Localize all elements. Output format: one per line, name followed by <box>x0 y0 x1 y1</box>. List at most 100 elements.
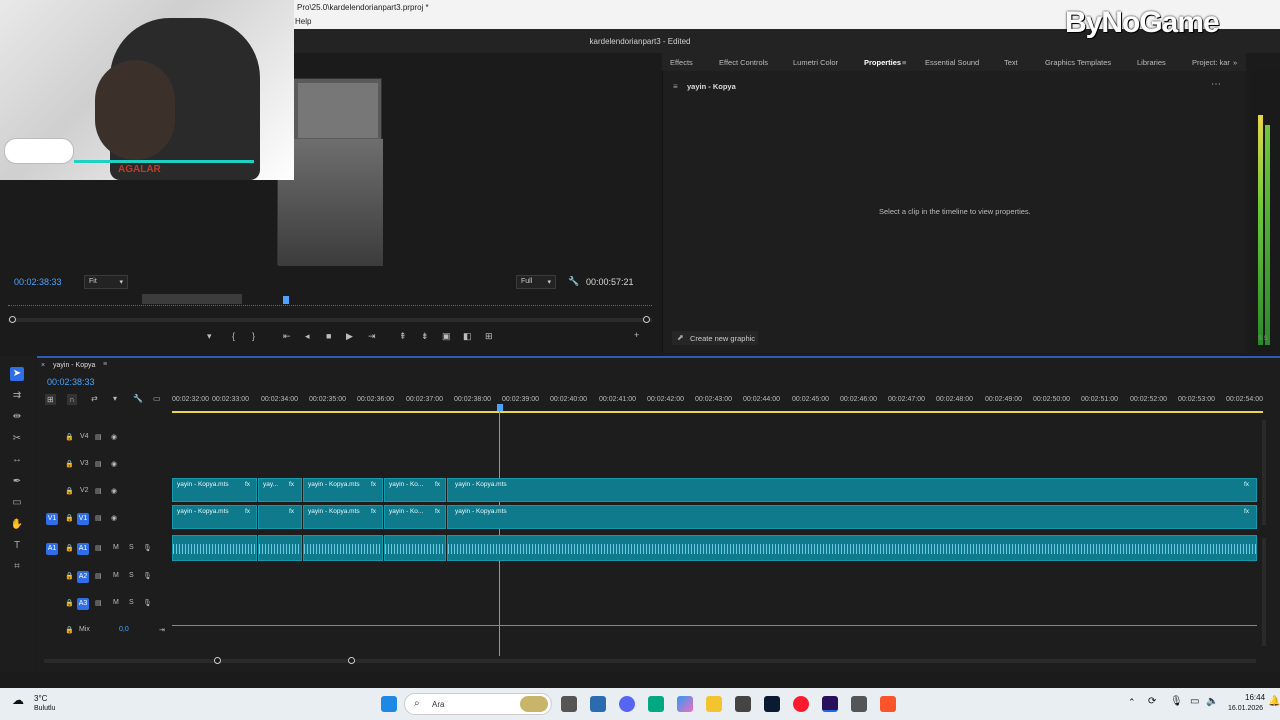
monitor-zoom-scrollbar[interactable] <box>8 318 652 322</box>
lock-icon[interactable]: 🔒 <box>65 487 74 495</box>
wrench-icon[interactable]: 🔧 <box>568 276 579 287</box>
sync-icon[interactable]: ⟳ <box>1148 696 1156 707</box>
lift-icon[interactable]: ⇞ <box>399 331 407 342</box>
weather-temp[interactable]: 3°C <box>34 694 47 703</box>
snap-icon[interactable]: ∩ <box>67 394 77 405</box>
tab-effects[interactable]: Effects <box>670 58 693 67</box>
tab-lumetri-color[interactable]: Lumetri Color <box>793 58 838 67</box>
nest-icon[interactable]: ⊞ <box>45 394 56 405</box>
network-icon[interactable]: ▭ <box>1190 696 1199 707</box>
timeline-horizontal-scrollbar[interactable] <box>44 659 1256 663</box>
lock-icon[interactable]: 🔒 <box>65 572 74 580</box>
eye-icon[interactable]: ◉ <box>111 514 117 522</box>
tab-essential-sound[interactable]: Essential Sound <box>925 58 979 67</box>
step-back-icon[interactable]: ◂ <box>305 331 310 342</box>
compare-icon[interactable]: ◧ <box>463 331 472 342</box>
audio-clip-a1[interactable] <box>172 535 257 561</box>
volume-icon[interactable]: 🔈 <box>1206 696 1218 707</box>
whatsapp-icon[interactable] <box>648 696 664 712</box>
discord-icon[interactable] <box>619 696 635 712</box>
work-area-bar[interactable] <box>172 410 1263 413</box>
selection-tool-icon[interactable]: ➤ <box>10 367 24 381</box>
audio-clip-a1[interactable] <box>447 535 1257 561</box>
notification-icon[interactable]: 🔔 <box>1268 696 1280 707</box>
multicam-icon[interactable]: ⊞ <box>485 331 493 342</box>
stop-icon[interactable]: ■ <box>326 331 331 341</box>
timeline-playhead-handle[interactable] <box>497 404 503 411</box>
scroll-handle-left[interactable] <box>214 657 221 664</box>
screen-capture-icon[interactable] <box>851 696 867 712</box>
pen-tool-icon[interactable]: ✒ <box>10 475 24 489</box>
mark-in-icon[interactable]: { <box>232 331 235 341</box>
add-marker-icon[interactable]: ▾ <box>207 331 212 342</box>
zoom-fit-dropdown[interactable]: Fit ▾ <box>84 275 128 289</box>
type-tool-icon[interactable]: T <box>10 539 24 553</box>
lock-icon[interactable]: 🔒 <box>65 544 74 552</box>
menu-lines-icon[interactable]: ≡ <box>902 58 906 67</box>
microphone-icon[interactable]: 🎙 <box>143 572 152 580</box>
timeline-timecode[interactable]: 00:02:38:33 <box>47 377 95 387</box>
chevron-up-icon[interactable]: ⌃ <box>1128 697 1136 708</box>
premiere-pro-icon[interactable] <box>822 696 838 712</box>
monitor-playhead[interactable] <box>283 296 289 304</box>
video-clip-v1[interactable]: yayin - Ko... fx <box>384 505 446 529</box>
solo-icon[interactable]: S <box>129 572 134 579</box>
track-select-tool-icon[interactable]: ⇉ <box>10 389 24 403</box>
wrench-icon[interactable]: 🔧 <box>133 394 143 403</box>
copilot-icon[interactable] <box>677 696 693 712</box>
scroll-handle-right[interactable] <box>643 316 650 323</box>
lock-icon[interactable]: 🔒 <box>65 626 74 634</box>
add-button-icon[interactable]: + <box>634 330 639 340</box>
lock-icon[interactable]: 🔒 <box>65 514 74 522</box>
photoshop-icon[interactable] <box>764 696 780 712</box>
microphone-icon[interactable]: 🎙 <box>143 544 152 552</box>
mix-volume-value[interactable]: 0,0 <box>119 626 129 633</box>
audio-clip-a1[interactable] <box>303 535 383 561</box>
ripple-edit-tool-icon[interactable]: ⇹ <box>10 410 24 424</box>
more-options-icon[interactable]: ⋯ <box>1211 79 1221 90</box>
source-patch-v1[interactable]: V1 <box>46 513 58 525</box>
tab-properties[interactable]: Properties <box>864 58 901 67</box>
audio-clip-a1[interactable] <box>258 535 302 561</box>
sync-icon[interactable]: ▤ <box>95 544 102 552</box>
sync-icon[interactable]: ▤ <box>95 514 102 522</box>
mute-icon[interactable]: M <box>113 544 119 551</box>
video-clip-v1[interactable]: yayin - Kopya.mts fx <box>303 505 383 529</box>
rectangle-tool-icon[interactable]: ▭ <box>10 496 24 510</box>
weather-icon[interactable]: ☁ <box>12 693 24 707</box>
solo-icon[interactable]: S <box>129 599 134 606</box>
lock-icon[interactable]: 🔒 <box>65 433 74 441</box>
sync-icon[interactable]: ▤ <box>95 460 102 468</box>
settings-icon[interactable] <box>590 696 606 712</box>
monitor-time-ruler[interactable] <box>8 298 652 306</box>
video-clip-v2[interactable]: yayin - Kopya.mts fx <box>303 478 383 502</box>
sync-icon[interactable]: ▤ <box>95 599 102 607</box>
video-clip-v1[interactable]: fx <box>258 505 302 529</box>
extract-icon[interactable]: ⇟ <box>421 331 429 342</box>
playhead-timecode[interactable]: 00:02:38:33 <box>14 277 62 287</box>
tab-libraries[interactable]: Libraries <box>1137 58 1166 67</box>
video-clip-v2[interactable]: yayin - Kopya.mts fx <box>447 478 1257 502</box>
sync-icon[interactable]: ▤ <box>95 572 102 580</box>
source-patch-a1[interactable]: A1 <box>46 543 58 555</box>
scroll-handle-left[interactable] <box>9 316 16 323</box>
steam-icon[interactable] <box>735 696 751 712</box>
brave-icon[interactable] <box>880 696 896 712</box>
create-new-graphic-button[interactable]: ⬈ Create new graphic <box>672 331 758 345</box>
razor-tool-icon[interactable]: ✂ <box>10 432 24 446</box>
close-icon[interactable]: × <box>41 362 45 369</box>
lock-icon[interactable]: 🔒 <box>65 460 74 468</box>
solo-icon[interactable]: S <box>129 544 134 551</box>
mark-out-icon[interactable]: } <box>252 331 255 341</box>
play-icon[interactable]: ▶ <box>346 331 353 342</box>
eye-icon[interactable]: ◉ <box>111 487 117 495</box>
linked-select-icon[interactable]: ⇄ <box>91 394 98 403</box>
taskbar-search[interactable]: ⌕ Ara <box>404 693 552 715</box>
track-target-a1[interactable]: A1 <box>77 543 89 555</box>
captions-icon[interactable]: ▭ <box>153 394 161 403</box>
opera-icon[interactable] <box>793 696 809 712</box>
task-view-icon[interactable] <box>561 696 577 712</box>
playback-resolution-dropdown[interactable]: Full ▾ <box>516 275 556 289</box>
video-clip-v1[interactable]: yayin - Kopya.mts fx <box>172 505 257 529</box>
go-to-in-icon[interactable]: ⇤ <box>283 331 291 342</box>
